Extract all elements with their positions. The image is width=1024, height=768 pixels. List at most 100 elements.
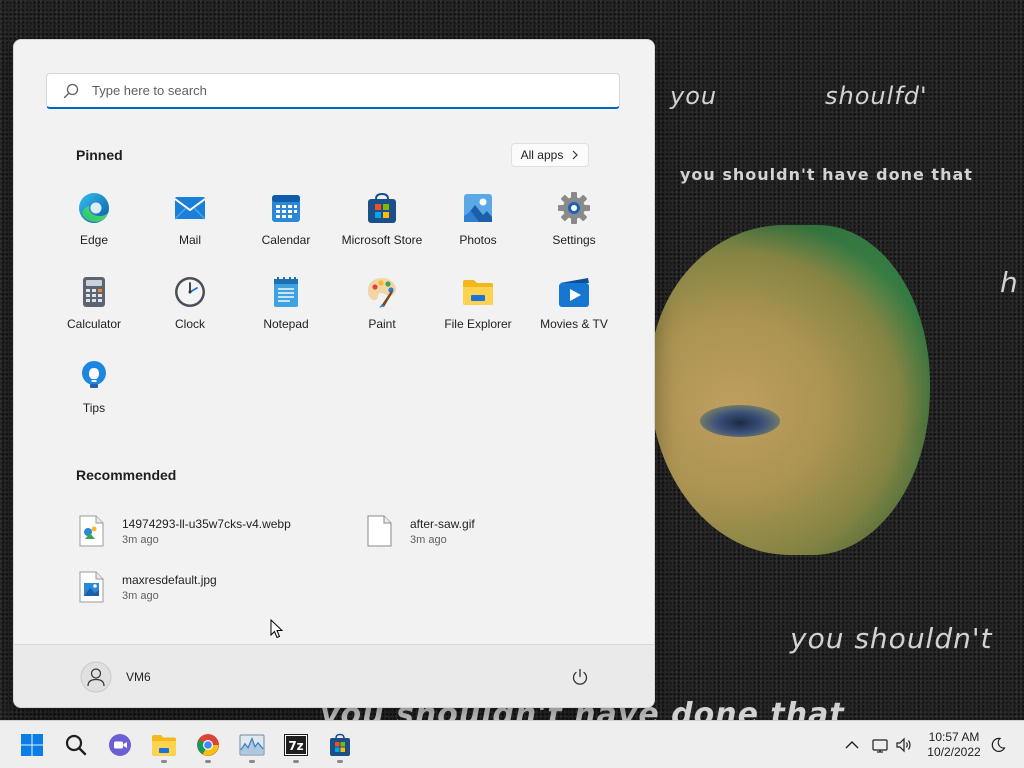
recommended-item[interactable]: maxresdefault.jpg 3m ago bbox=[70, 559, 358, 615]
pinned-app-calendar[interactable]: Calendar bbox=[238, 185, 334, 269]
app-label: Mail bbox=[178, 233, 201, 247]
search-input[interactable] bbox=[90, 82, 594, 99]
moon-icon bbox=[991, 737, 1006, 752]
app-label: Edge bbox=[79, 233, 109, 247]
pinned-app-tips[interactable]: Tips bbox=[46, 353, 142, 437]
svg-text:7z: 7z bbox=[288, 739, 303, 753]
power-icon bbox=[572, 668, 588, 685]
user-avatar-icon bbox=[80, 661, 112, 693]
all-apps-button[interactable]: All apps bbox=[511, 143, 589, 167]
chevron-up-icon bbox=[845, 741, 859, 749]
photos-icon bbox=[464, 194, 492, 222]
network-status[interactable] bbox=[870, 735, 890, 755]
app-label: Photos bbox=[459, 233, 497, 247]
notepad-icon bbox=[274, 277, 298, 307]
chat-icon bbox=[109, 734, 131, 756]
gear-icon bbox=[558, 192, 590, 224]
taskbar-file-explorer[interactable] bbox=[144, 725, 184, 765]
running-indicator bbox=[337, 760, 343, 763]
recommended-item[interactable]: after-saw.gif 3m ago bbox=[358, 503, 630, 559]
pinned-app-clock[interactable]: Clock bbox=[142, 269, 238, 353]
calendar-icon bbox=[272, 195, 300, 222]
search-icon bbox=[65, 734, 87, 756]
pinned-app-microsoft-store[interactable]: Microsoft Store bbox=[334, 185, 430, 269]
7zip-icon: 7z bbox=[284, 734, 308, 756]
pinned-app-settings[interactable]: Settings bbox=[526, 185, 622, 269]
wallpaper-text: h bbox=[1000, 266, 1019, 299]
taskbar: 7z 10:57 AM 10/2/2022 bbox=[0, 720, 1024, 768]
app-label: Notepad bbox=[263, 317, 309, 331]
recommended-title: Recommended bbox=[76, 467, 177, 483]
app-label: Clock bbox=[174, 317, 205, 331]
taskbar-microsoft-store[interactable] bbox=[320, 725, 360, 765]
running-indicator bbox=[249, 760, 255, 763]
app-label: Paint bbox=[368, 317, 396, 331]
app-label: Microsoft Store bbox=[341, 233, 423, 247]
search-icon bbox=[63, 83, 79, 98]
clock-icon bbox=[175, 277, 205, 307]
taskbar-7zip[interactable]: 7z bbox=[276, 725, 316, 765]
pinned-app-file-explorer[interactable]: File Explorer bbox=[430, 269, 526, 353]
task-manager-icon bbox=[239, 734, 265, 756]
paint-icon bbox=[367, 278, 396, 308]
blank-file-icon bbox=[367, 515, 392, 547]
app-label: Tips bbox=[82, 401, 106, 415]
pinned-app-notepad[interactable]: Notepad bbox=[238, 269, 334, 353]
clock-date: 10/2/2022 bbox=[927, 745, 981, 759]
taskbar-clock[interactable]: 10:57 AM 10/2/2022 bbox=[918, 730, 990, 760]
wallpaper-face bbox=[650, 225, 930, 555]
chevron-right-icon bbox=[572, 150, 579, 160]
start-menu-footer: VM6 bbox=[14, 644, 654, 707]
store-icon bbox=[330, 733, 350, 756]
taskbar-search-button[interactable] bbox=[56, 725, 96, 765]
taskbar-chat-button[interactable] bbox=[100, 725, 140, 765]
edge-icon bbox=[79, 193, 109, 223]
wallpaper-text: you bbox=[670, 82, 718, 110]
running-indicator bbox=[205, 760, 211, 763]
pinned-app-paint[interactable]: Paint bbox=[334, 269, 430, 353]
file-name: after-saw.gif bbox=[410, 516, 475, 531]
pinned-title: Pinned bbox=[76, 147, 123, 163]
pinned-apps-grid: Edge Mail Calendar Microsoft Store Photo… bbox=[46, 185, 622, 437]
wallpaper-text: shoulfd' bbox=[825, 82, 928, 110]
pinned-app-calculator[interactable]: Calculator bbox=[46, 269, 142, 353]
recommended-list: 14974293-ll-u35w7cks-v4.webp 3m ago afte… bbox=[70, 503, 630, 615]
file-name: 14974293-ll-u35w7cks-v4.webp bbox=[122, 516, 291, 531]
wallpaper-eye bbox=[700, 405, 780, 437]
recommended-item[interactable]: 14974293-ll-u35w7cks-v4.webp 3m ago bbox=[70, 503, 358, 559]
user-account-button[interactable]: VM6 bbox=[74, 659, 157, 695]
lightbulb-icon bbox=[82, 361, 106, 388]
store-icon bbox=[368, 192, 396, 223]
power-button[interactable] bbox=[566, 663, 594, 691]
pinned-app-photos[interactable]: Photos bbox=[430, 185, 526, 269]
clock-time: 10:57 AM bbox=[928, 730, 980, 744]
chrome-icon bbox=[197, 734, 219, 756]
start-button[interactable] bbox=[12, 725, 52, 765]
file-time: 3m ago bbox=[122, 533, 159, 546]
volume-control[interactable] bbox=[894, 735, 914, 755]
show-hidden-icons-button[interactable] bbox=[842, 735, 862, 755]
search-box[interactable] bbox=[46, 73, 620, 109]
movies-icon bbox=[559, 278, 589, 307]
user-name: VM6 bbox=[126, 670, 151, 684]
app-label: Settings bbox=[552, 233, 596, 247]
mail-icon bbox=[174, 197, 206, 220]
taskbar-chrome[interactable] bbox=[188, 725, 228, 765]
pinned-app-edge[interactable]: Edge bbox=[46, 185, 142, 269]
wallpaper-text: you shouldn't have done that bbox=[680, 165, 973, 184]
folder-icon bbox=[463, 280, 493, 305]
taskbar-task-manager[interactable] bbox=[232, 725, 272, 765]
speaker-icon bbox=[896, 737, 911, 753]
pinned-app-movies-tv[interactable]: Movies & TV bbox=[526, 269, 622, 353]
focus-assist-button[interactable] bbox=[988, 735, 1008, 755]
file-name: maxresdefault.jpg bbox=[122, 572, 217, 587]
all-apps-label: All apps bbox=[520, 148, 564, 162]
app-label: Calendar bbox=[261, 233, 311, 247]
network-icon bbox=[872, 739, 888, 753]
mouse-cursor-icon bbox=[270, 619, 284, 639]
pinned-app-mail[interactable]: Mail bbox=[142, 185, 238, 269]
running-indicator bbox=[161, 760, 167, 763]
app-label: File Explorer bbox=[444, 317, 512, 331]
image-file-icon bbox=[79, 571, 104, 603]
file-time: 3m ago bbox=[410, 533, 447, 546]
